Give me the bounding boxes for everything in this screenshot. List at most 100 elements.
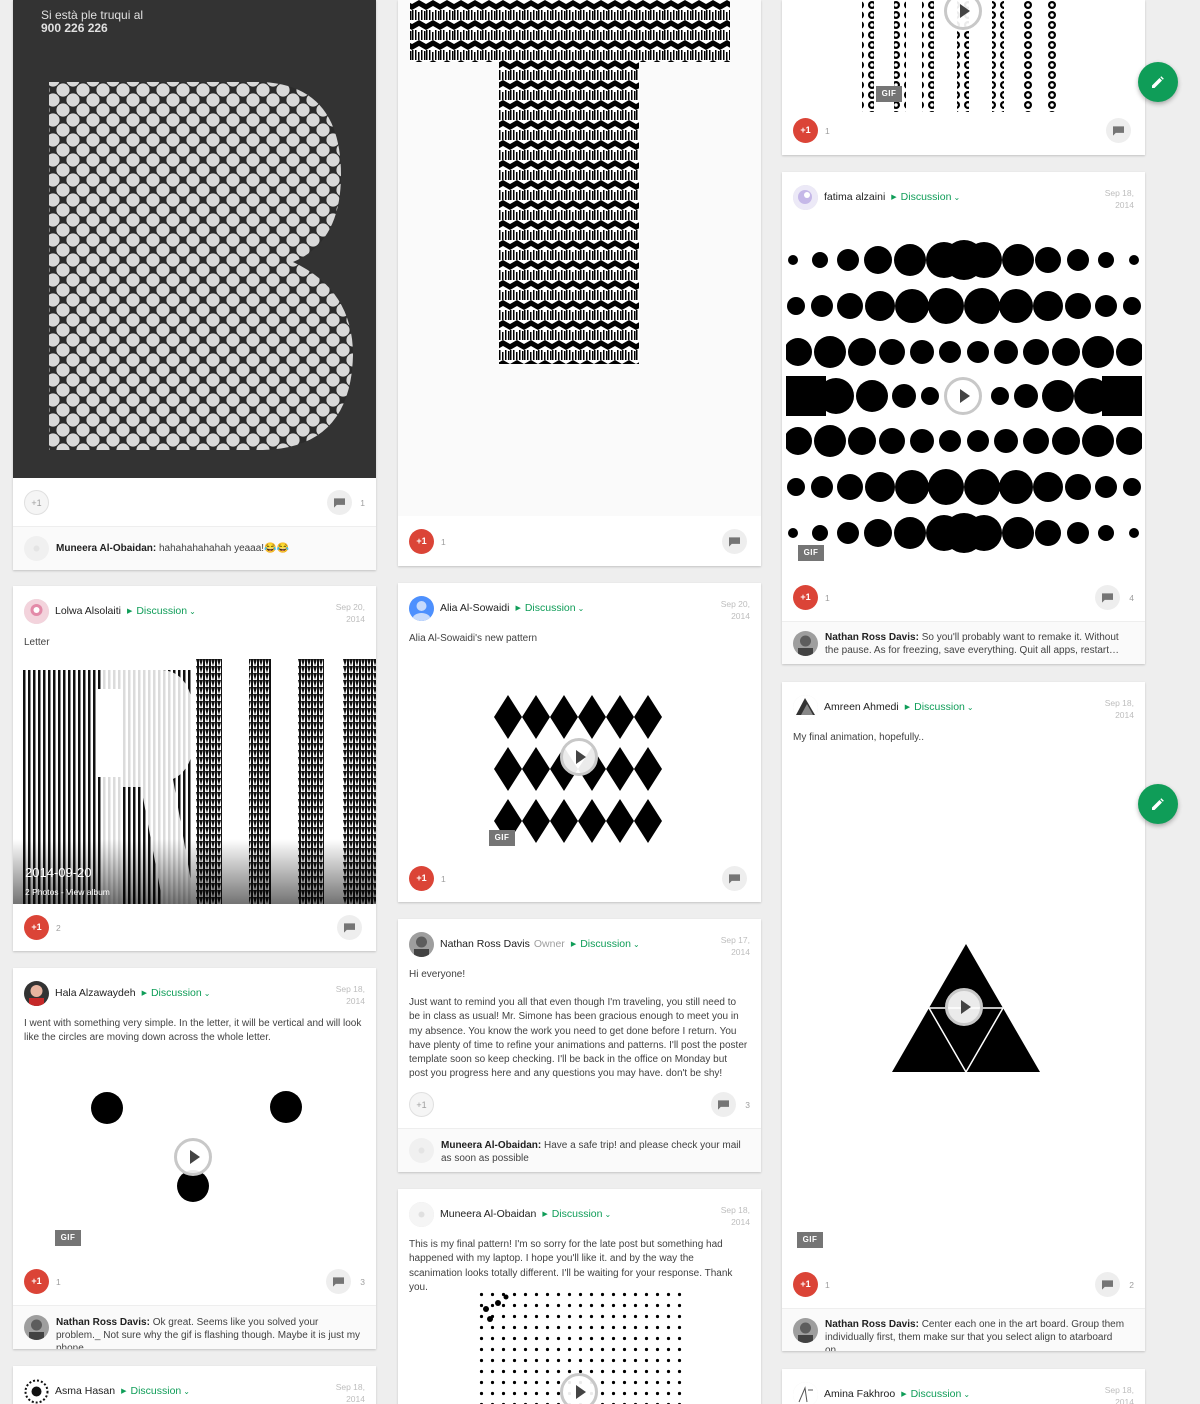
author-name[interactable]: Amreen Ahmedi: [824, 701, 899, 713]
comment-icon: [344, 923, 355, 933]
play-icon[interactable]: [560, 1373, 598, 1404]
post-card-t-letter: +1 1: [398, 0, 761, 566]
comment-preview[interactable]: Nathan Ross Davis: So you'll probably wa…: [782, 621, 1145, 664]
avatar: [24, 1315, 49, 1340]
post-date: Sep 20, 2014: [335, 602, 365, 624]
plus-one-count: 1: [825, 126, 830, 136]
avatar[interactable]: [793, 185, 818, 210]
avatar[interactable]: [24, 1379, 49, 1404]
breadcrumb-arrow-icon: ▶: [891, 194, 897, 201]
comment-button[interactable]: [1095, 1272, 1120, 1297]
chevron-down-icon[interactable]: ⌄: [189, 607, 196, 616]
author-name[interactable]: Lolwa Alsolaiti: [55, 605, 121, 617]
author-name[interactable]: Asma Hasan: [55, 1385, 115, 1397]
play-icon[interactable]: [560, 738, 598, 776]
plus-one-button[interactable]: +1: [24, 490, 49, 515]
avatar[interactable]: [24, 981, 49, 1006]
category-link[interactable]: Discussion: [552, 1208, 603, 1220]
comment-button[interactable]: [722, 529, 747, 554]
edit-pencil-icon: [1152, 76, 1164, 88]
comment-icon: [1113, 126, 1124, 136]
chevron-down-icon[interactable]: ⌄: [633, 940, 640, 949]
avatar[interactable]: [24, 599, 49, 624]
plus-one-button[interactable]: +1: [793, 118, 818, 143]
plus-one-button[interactable]: +1: [24, 915, 49, 940]
chevron-down-icon[interactable]: ⌄: [963, 1390, 970, 1399]
post-card-nathan: Nathan Ross Davis Owner ▶ Discussion ⌄ Sep 1…: [398, 919, 761, 1172]
album-date: 2014-09-20: [25, 865, 92, 880]
post-header: Asma Hasan ▶ Discussion ⌄ Sep 18, 2014: [24, 1376, 365, 1404]
author-name[interactable]: Nathan Ross Davis: [440, 938, 530, 950]
comment-author: Nathan Ross Davis:: [56, 1317, 150, 1328]
post-card-top: GIF +1 1: [782, 0, 1145, 155]
category-link[interactable]: Discussion: [901, 191, 952, 203]
breadcrumb-arrow-icon: ▶: [515, 605, 521, 612]
post-text: My final animation, hopefully..: [793, 732, 924, 743]
chevron-down-icon[interactable]: ⌄: [578, 604, 585, 613]
breadcrumb-arrow-icon: ▶: [570, 941, 577, 948]
plus-one-count: 1: [56, 1277, 61, 1287]
comment-button[interactable]: [722, 866, 747, 891]
author-name[interactable]: Amina Fakhroo: [824, 1388, 895, 1400]
post-image-b-poster[interactable]: Si està ple truqui al 900 226 226: [13, 0, 376, 478]
plus-one-count: 1: [441, 874, 446, 884]
comment-preview[interactable]: Nathan Ross Davis: Ok great. Seems like …: [13, 1305, 376, 1349]
plus-one-button[interactable]: +1: [409, 529, 434, 554]
category-link[interactable]: Discussion: [136, 605, 187, 617]
play-icon[interactable]: [944, 377, 982, 415]
author-name[interactable]: fatima alzaini: [824, 191, 885, 203]
avatar: [409, 1138, 434, 1163]
comment-preview[interactable]: Muneera Al-Obaidan: hahahahahahah yeaaa!…: [13, 526, 376, 570]
comment-button[interactable]: [1106, 118, 1131, 143]
comment-icon: [333, 1277, 344, 1287]
author-name[interactable]: Muneera Al-Obaidan: [440, 1208, 536, 1220]
plus-one-button[interactable]: +1: [409, 866, 434, 891]
comment-preview[interactable]: Nathan Ross Davis: Center each one in th…: [782, 1308, 1145, 1351]
comment-text: Muneera Al-Obaidan: Have a safe trip! an…: [441, 1140, 741, 1164]
author-name[interactable]: Hala Alzawaydeh: [55, 987, 136, 999]
post-header: Nathan Ross Davis Owner ▶ Discussion ⌄ Sep 1…: [409, 929, 750, 959]
play-icon[interactable]: [174, 1138, 212, 1176]
post-album-image[interactable]: 2014-09-20 2 Photos - View album: [13, 659, 376, 904]
comment-button[interactable]: [711, 1092, 736, 1117]
post-actions: +1 1: [409, 865, 750, 893]
comment-button[interactable]: [326, 1269, 351, 1294]
chevron-down-icon[interactable]: ⌄: [204, 989, 211, 998]
edit-pencil-icon: [1152, 798, 1164, 810]
chevron-down-icon[interactable]: ⌄: [967, 703, 974, 712]
comment-icon: [1102, 593, 1113, 603]
category-link[interactable]: Discussion: [914, 701, 965, 713]
category-link[interactable]: Discussion: [525, 602, 576, 614]
comment-icon: [729, 874, 740, 884]
avatar[interactable]: [409, 596, 434, 621]
avatar[interactable]: [793, 1382, 818, 1404]
chevron-down-icon[interactable]: ⌄: [183, 1387, 190, 1396]
avatar[interactable]: [409, 1202, 434, 1227]
post-header: Amina Fakhroo ▶ Discussion ⌄ Sep 18, 2014: [793, 1379, 1134, 1404]
comment-count: 2: [1129, 1280, 1134, 1290]
post-author-line: Hala Alzawaydeh ▶ Discussion ⌄: [55, 987, 210, 999]
comment-button[interactable]: [327, 490, 352, 515]
avatar[interactable]: [409, 932, 434, 957]
comment-button[interactable]: [337, 915, 362, 940]
plus-one-button[interactable]: +1: [24, 1269, 49, 1294]
avatar[interactable]: [793, 695, 818, 720]
comment-preview[interactable]: Muneera Al-Obaidan: Have a safe trip! an…: [398, 1128, 761, 1172]
category-link[interactable]: Discussion: [151, 987, 202, 999]
post-image-t-letter[interactable]: [398, 0, 761, 516]
plus-one-button[interactable]: +1: [793, 1272, 818, 1297]
author-name[interactable]: Alia Al-Sowaidi: [440, 602, 509, 614]
plus-one-button[interactable]: +1: [793, 585, 818, 610]
category-link[interactable]: Discussion: [580, 938, 631, 950]
compose-fab-button[interactable]: [1138, 62, 1178, 102]
category-link[interactable]: Discussion: [131, 1385, 182, 1397]
comment-button[interactable]: [1095, 585, 1120, 610]
plus-one-button[interactable]: +1: [409, 1092, 434, 1117]
category-link[interactable]: Discussion: [911, 1388, 962, 1400]
post-date: Sep 18, 2014: [1104, 1385, 1134, 1404]
chevron-down-icon[interactable]: ⌄: [953, 193, 960, 202]
album-link[interactable]: 2 Photos - View album: [25, 887, 110, 897]
chevron-down-icon[interactable]: ⌄: [604, 1210, 611, 1219]
play-icon[interactable]: [945, 988, 983, 1026]
compose-fab-button[interactable]: [1138, 784, 1178, 824]
